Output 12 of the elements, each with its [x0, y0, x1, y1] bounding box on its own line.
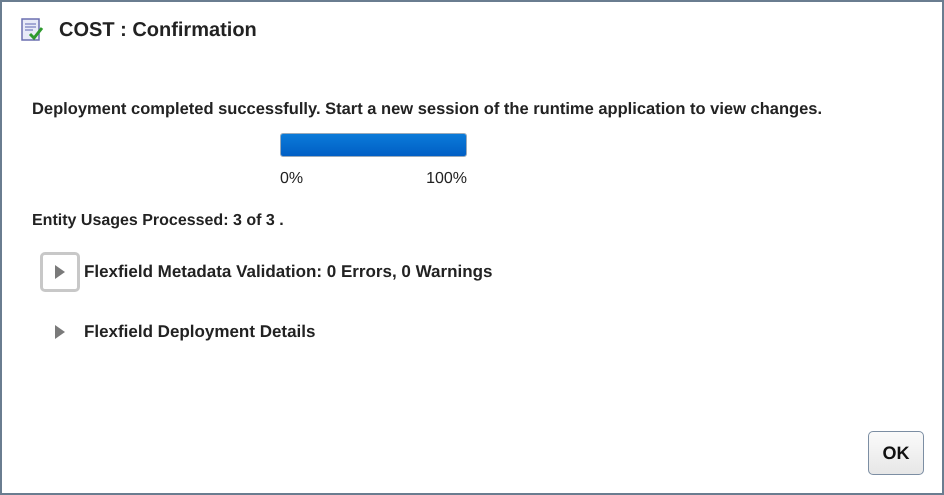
- section-label: Flexfield Deployment Details: [84, 322, 316, 342]
- section-label: Flexfield Metadata Validation: 0 Errors, 0 Warnings: [84, 262, 492, 282]
- progress-min-label: 0%: [280, 170, 304, 188]
- progress-max-label: 100%: [426, 170, 467, 188]
- ok-button[interactable]: OK: [868, 431, 924, 475]
- message-text: Deployment completed successfully. Start a new session of the runtime application to view changes.: [32, 99, 824, 120]
- window-title: COST : Confirmation: [59, 18, 257, 42]
- disclosure-toggle[interactable]: [40, 252, 80, 292]
- document-check-icon: [19, 17, 45, 43]
- status-text: Entity Usages Processed: 3 of 3 .: [32, 212, 285, 230]
- triangle-icon: [54, 264, 66, 280]
- triangle-icon: [54, 324, 66, 340]
